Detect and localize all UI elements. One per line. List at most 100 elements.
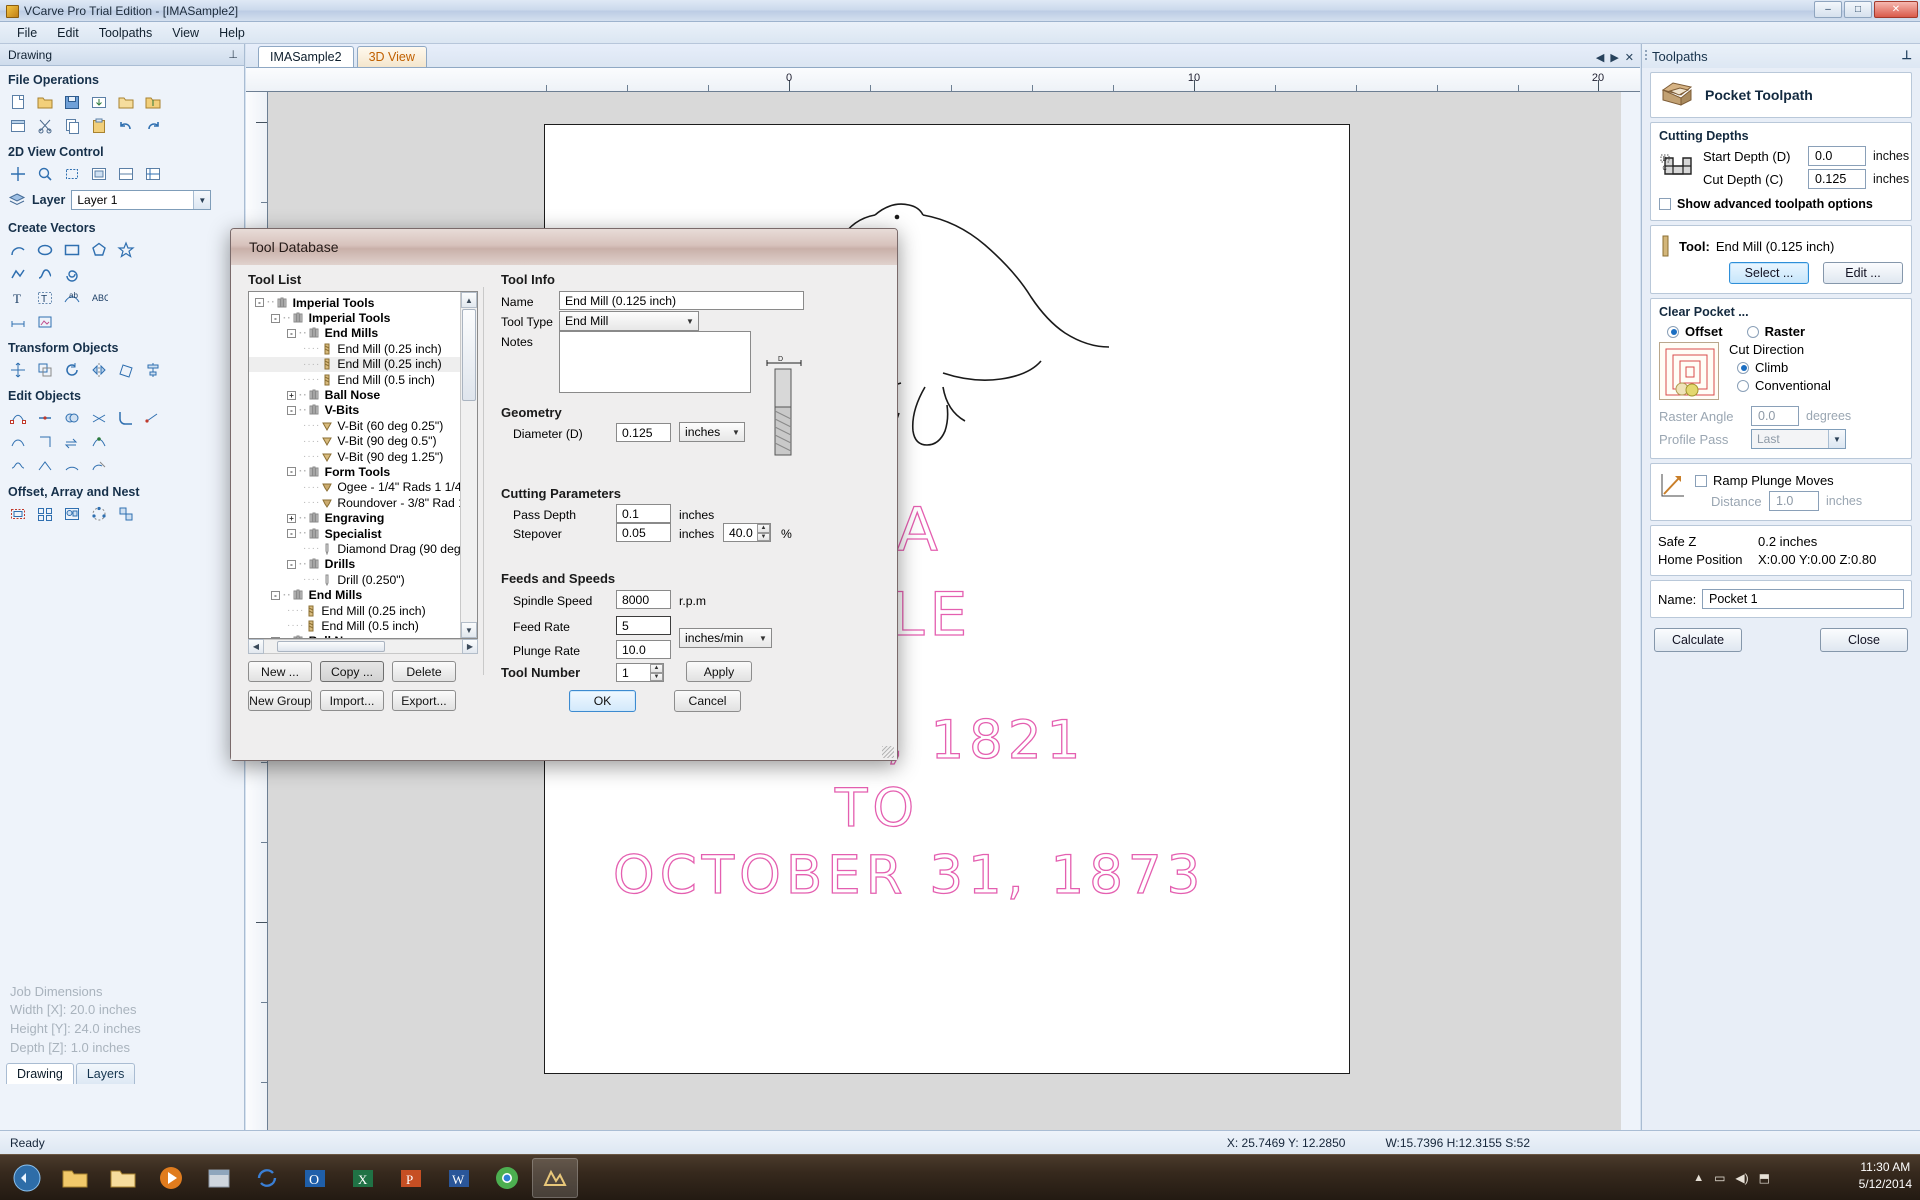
new-file-icon[interactable] xyxy=(6,91,30,113)
arc-tool-icon[interactable] xyxy=(6,239,30,261)
cut-icon[interactable] xyxy=(33,115,57,137)
chevron-down-icon[interactable]: ▼ xyxy=(728,423,744,441)
tree-item[interactable]: ····Drill (0.250") xyxy=(249,572,477,587)
tree-item[interactable]: -··End Mills xyxy=(249,587,477,602)
weld-icon[interactable] xyxy=(60,407,84,429)
close-vector-icon[interactable] xyxy=(33,431,57,453)
align-icon[interactable] xyxy=(141,359,165,381)
taskbar-word-icon[interactable]: W xyxy=(436,1158,482,1198)
arc-fit-icon[interactable] xyxy=(60,455,84,477)
toggle-guides-icon[interactable] xyxy=(141,163,165,185)
tool-name-input[interactable]: End Mill (0.125 inch) xyxy=(559,291,804,310)
bezier-tool-icon[interactable] xyxy=(33,263,57,285)
tool-number-input[interactable]: 1 ▲▼ xyxy=(616,663,664,682)
pass-depth-input[interactable]: 0.1 xyxy=(616,504,671,523)
save-file-icon[interactable] xyxy=(60,91,84,113)
text-box-tool-icon[interactable]: T xyxy=(33,287,57,309)
tree-item[interactable]: -··End Mills xyxy=(249,326,477,341)
zoom-box-icon[interactable] xyxy=(60,163,84,185)
tree-expander-icon[interactable]: - xyxy=(287,406,296,415)
chevron-down-icon[interactable]: ▼ xyxy=(755,629,771,647)
vector-text-october[interactable]: OCTOBER 31, 1873 xyxy=(613,845,1205,906)
polygon-tool-icon[interactable] xyxy=(87,239,111,261)
tree-item[interactable]: ····Diamond Drag (90 deg 0 xyxy=(249,541,477,556)
tab-imasample2[interactable]: IMASample2 xyxy=(258,46,354,67)
zoom-selection-icon[interactable] xyxy=(114,163,138,185)
offset-radio[interactable] xyxy=(1667,326,1679,338)
nest-icon[interactable] xyxy=(60,503,84,525)
start-depth-input[interactable]: 0.0 xyxy=(1808,146,1866,166)
tab-next-icon[interactable]: ▶ xyxy=(1610,51,1618,64)
maximize-button[interactable]: □ xyxy=(1844,1,1872,18)
tree-expander-icon[interactable]: - xyxy=(287,467,296,476)
pin-icon[interactable]: ⊥ xyxy=(1902,48,1912,62)
drag-grip-icon[interactable] xyxy=(1645,50,1647,62)
apply-button[interactable]: Apply xyxy=(686,661,752,682)
copy-tool-button[interactable]: Copy ... xyxy=(320,661,384,682)
start-button-icon[interactable] xyxy=(4,1158,50,1198)
tab-drawing[interactable]: Drawing xyxy=(6,1063,74,1084)
climb-radio[interactable] xyxy=(1737,362,1749,374)
tab-layers[interactable]: Layers xyxy=(76,1063,136,1084)
tree-expander-icon[interactable]: - xyxy=(287,329,296,338)
mirror-icon[interactable] xyxy=(87,359,111,381)
tree-expander-icon[interactable]: + xyxy=(287,514,296,523)
block-copy-icon[interactable] xyxy=(114,503,138,525)
tree-item[interactable]: -··Imperial Tools xyxy=(249,295,477,310)
tree-item[interactable]: ····End Mill (0.25 inch) xyxy=(249,603,477,618)
taskbar-sync-icon[interactable] xyxy=(244,1158,290,1198)
polyline-tool-icon[interactable] xyxy=(6,263,30,285)
tool-type-select[interactable]: End Mill ▼ xyxy=(559,311,699,331)
tree-item[interactable]: ····End Mill (0.5 inch) xyxy=(249,618,477,633)
tree-scroll-up-icon[interactable]: ▲ xyxy=(461,292,477,308)
spinner-down-icon[interactable]: ▼ xyxy=(650,673,663,682)
minimize-button[interactable]: – xyxy=(1814,1,1842,18)
tab-prev-icon[interactable]: ◀ xyxy=(1596,51,1604,64)
trace-bitmap-icon[interactable] xyxy=(33,311,57,333)
advanced-options-checkbox[interactable] xyxy=(1659,198,1671,210)
dialog-title-bar[interactable]: Tool Database xyxy=(231,229,897,265)
move-icon[interactable] xyxy=(6,359,30,381)
select-tool-button[interactable]: Select ... xyxy=(1729,262,1809,284)
offset-vectors-icon[interactable] xyxy=(6,503,30,525)
tree-expander-icon[interactable]: + xyxy=(287,391,296,400)
node-edit-icon[interactable] xyxy=(6,407,30,429)
tree-scroll-right-icon[interactable]: ▶ xyxy=(462,639,478,654)
tree-item[interactable]: ····V-Bit (90 deg 0.5") xyxy=(249,434,477,449)
pin-icon[interactable]: ⊥ xyxy=(228,48,238,61)
diameter-input[interactable]: 0.125 xyxy=(616,423,671,442)
new-tool-button[interactable]: New ... xyxy=(248,661,312,682)
trim-icon[interactable] xyxy=(87,407,111,429)
ramp-row[interactable]: Ramp Plunge Moves xyxy=(1695,473,1903,488)
toolpath-name-input[interactable]: Pocket 1 xyxy=(1702,589,1904,609)
taskbar-folder-icon[interactable] xyxy=(100,1158,146,1198)
reverse-direction-icon[interactable] xyxy=(60,431,84,453)
menu-toolpaths[interactable]: Toolpaths xyxy=(90,24,162,42)
start-point-icon[interactable] xyxy=(87,431,111,453)
tree-item[interactable]: -··Drills xyxy=(249,557,477,572)
tree-item[interactable]: ····V-Bit (60 deg 0.25") xyxy=(249,418,477,433)
feed-rate-input[interactable]: 5 xyxy=(616,616,671,635)
new-group-button[interactable]: New Group xyxy=(248,690,312,711)
taskbar-store-icon[interactable] xyxy=(196,1158,242,1198)
tree-item[interactable]: ····V-Bit (90 deg 1.25") xyxy=(249,449,477,464)
tangent-icon[interactable] xyxy=(87,455,111,477)
spinner-up-icon[interactable]: ▲ xyxy=(650,664,663,673)
tray-volume-icon[interactable]: ◀) xyxy=(1735,1171,1748,1185)
delete-tool-button[interactable]: Delete xyxy=(392,661,456,682)
tree-h-scroll-thumb[interactable] xyxy=(277,641,385,652)
tree-item[interactable]: ····End Mill (0.5 inch) xyxy=(249,372,477,387)
chevron-down-icon[interactable]: ▼ xyxy=(193,191,210,209)
open-file-icon[interactable] xyxy=(33,91,57,113)
copy-icon[interactable] xyxy=(60,115,84,137)
tab-close-icon[interactable]: ✕ xyxy=(1625,51,1634,64)
stepover-input[interactable]: 0.05 xyxy=(616,523,671,542)
auto-layout-text-icon[interactable]: ABC xyxy=(87,287,111,309)
ramp-checkbox[interactable] xyxy=(1695,475,1707,487)
undo-icon[interactable] xyxy=(114,115,138,137)
ellipse-tool-icon[interactable] xyxy=(33,239,57,261)
tree-expander-icon[interactable]: - xyxy=(287,560,296,569)
vector-text-to[interactable]: TO xyxy=(835,778,919,839)
raster-radio[interactable] xyxy=(1747,326,1759,338)
redo-icon[interactable] xyxy=(141,115,165,137)
